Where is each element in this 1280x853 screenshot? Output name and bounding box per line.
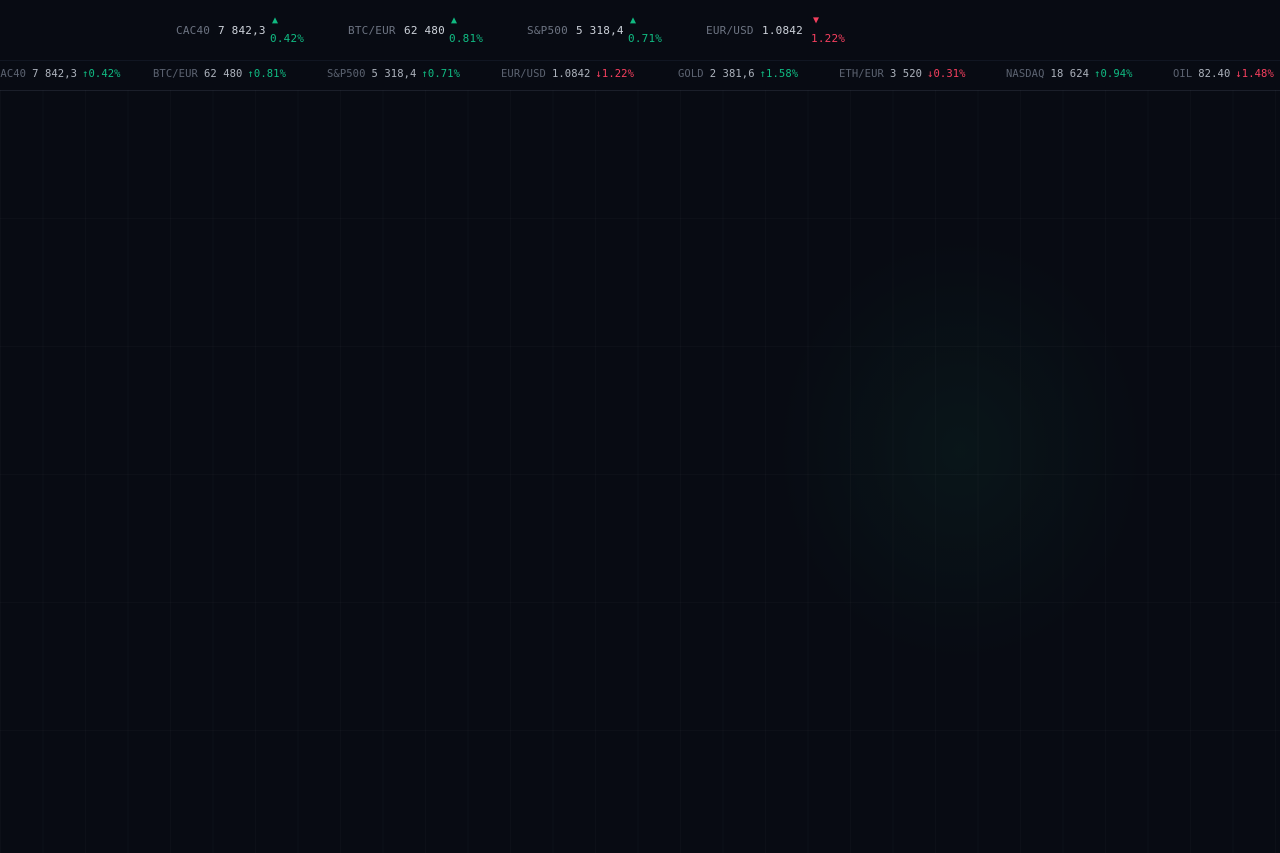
ticker-item-eth-eur[interactable]: ETH/EUR 3 520 ↓0.31%: [839, 68, 966, 80]
ticker-value: 62 480: [203, 68, 243, 80]
ticker-value: 3 520: [889, 68, 923, 80]
ticker-change: ↑0.71%: [421, 68, 461, 80]
quote-value: 5 318,4: [576, 24, 624, 37]
ticker-symbol: EUR/USD: [501, 68, 546, 80]
ticker-value: 1.0842: [551, 68, 591, 80]
ticker-change: ↓1.22%: [595, 68, 635, 80]
quote-change: 1.22%: [811, 32, 846, 45]
ticker-change: ↓1.48%: [1235, 68, 1274, 80]
arrow-down-icon: ▼: [813, 15, 820, 26]
quote-change: 0.81%: [449, 32, 484, 45]
quote-symbol: BTC/EUR: [348, 24, 396, 37]
quote-value: 1.0842: [762, 24, 803, 37]
ticker-value: 2 381,6: [709, 68, 755, 80]
ticker-item-cac40[interactable]: CAC40 7 842,3 ↑0.42%: [0, 68, 121, 80]
ticker-item-oil[interactable]: OIL 82.40 ↓1.48%: [1173, 68, 1274, 80]
quote-value: 7 842,3: [218, 24, 266, 37]
arrow-up-icon: ▲: [630, 15, 637, 26]
quote-change: 0.71%: [628, 32, 663, 45]
ticker-tape: CAC40 7 842,3 ↑0.42% BTC/EUR 62 480 ↑0.81% S…: [0, 60, 1280, 91]
ticker-item-eur-usd[interactable]: EUR/USD 1.0842 ↓1.22%: [501, 68, 634, 80]
ticker-change: ↑0.94%: [1094, 68, 1133, 80]
quote-symbol: EUR/USD: [706, 24, 754, 37]
arrow-up-icon: ▲: [451, 15, 458, 26]
ticker-item-gold[interactable]: GOLD 2 381,6 ↑1.58%: [678, 68, 798, 80]
arrow-up-icon: ▲: [272, 15, 279, 26]
ticker-symbol: S&P500: [327, 68, 366, 80]
ticker-value: 82.40: [1198, 68, 1231, 80]
ticker-change: ↑1.58%: [759, 68, 799, 80]
ticker-value: 18 624: [1050, 68, 1090, 80]
ticker-item-sp500[interactable]: S&P500 5 318,4 ↑0.71%: [327, 68, 460, 80]
ticker-symbol: BTC/EUR: [153, 68, 198, 80]
ticker-symbol: GOLD: [678, 68, 704, 80]
ticker-symbol: OIL: [1173, 68, 1193, 80]
page: CAC40 7 842,3 ▲ 0.42% BTC/EUR 62 480 ▲ 0…: [0, 0, 1280, 853]
ticker-symbol: CAC40: [0, 68, 27, 80]
ticker-change: ↑0.81%: [247, 68, 287, 80]
ticker-change: ↓0.31%: [927, 68, 966, 80]
quote-symbol: CAC40: [176, 24, 211, 37]
ticker-item-nasdaq[interactable]: NASDAQ 18 624 ↑0.94%: [1006, 68, 1133, 80]
quote-symbol: S&P500: [527, 24, 568, 37]
ticker-symbol: NASDAQ: [1006, 68, 1045, 80]
quote-change: 0.42%: [270, 32, 305, 45]
ticker-value: 5 318,4: [371, 68, 417, 80]
background-grid: [0, 90, 1280, 853]
ticker-item-btc-eur[interactable]: BTC/EUR 62 480 ↑0.81%: [153, 68, 286, 80]
ticker-symbol: ETH/EUR: [839, 68, 884, 80]
quote-value: 62 480: [404, 24, 445, 37]
ticker-value: 7 842,3: [32, 68, 78, 80]
ticker-change: ↑0.42%: [82, 68, 121, 80]
header-quotes: CAC40 7 842,3 ▲ 0.42% BTC/EUR 62 480 ▲ 0…: [0, 0, 1280, 60]
